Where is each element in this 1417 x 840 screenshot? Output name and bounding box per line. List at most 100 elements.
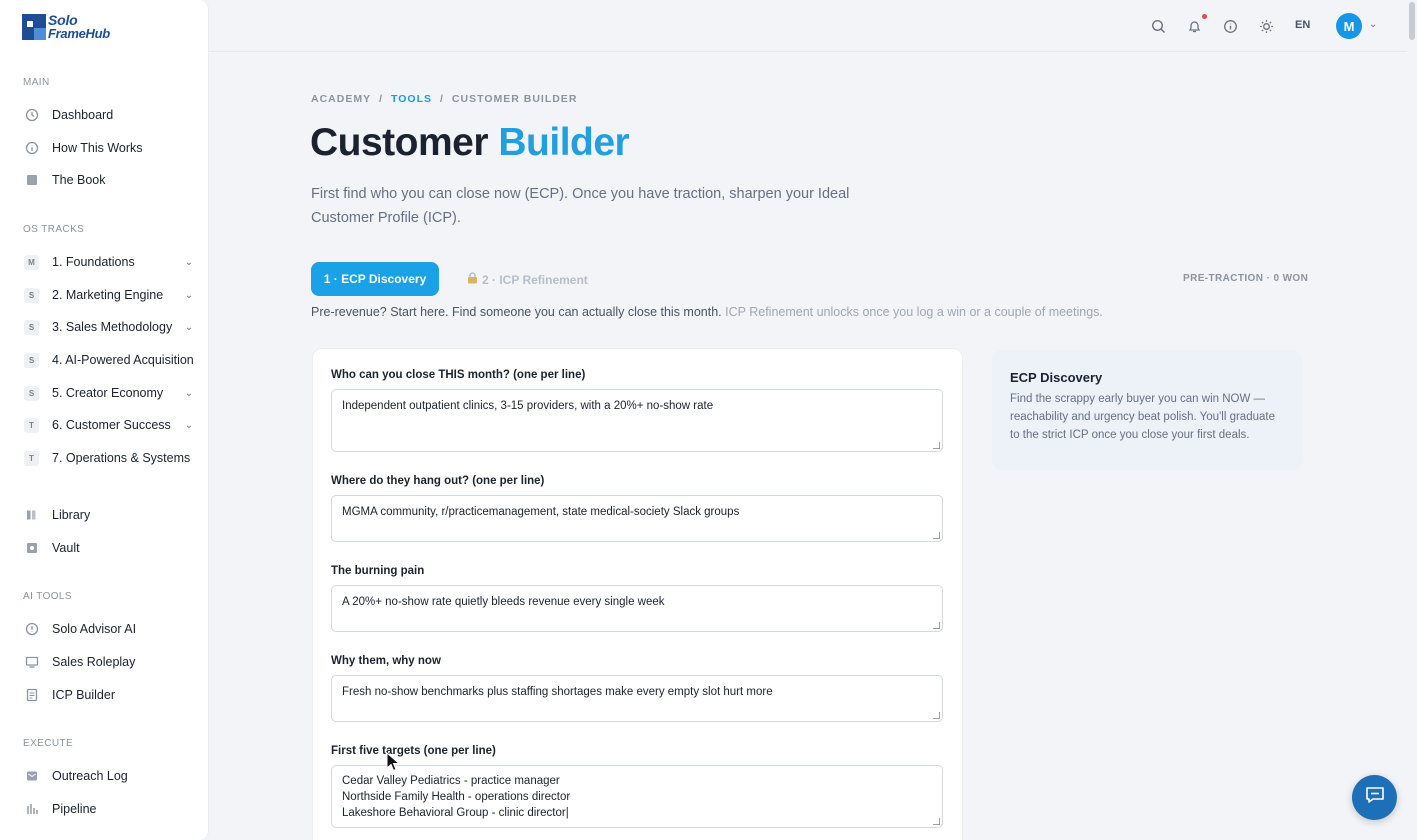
sidebar-item-how-this-works[interactable]: How This Works — [24, 137, 196, 159]
field-label-why-now: Why them, why now — [331, 655, 441, 667]
sidebar-item-label: 3. Sales Methodology — [52, 320, 173, 334]
mouse-cursor — [386, 751, 401, 777]
section-label-main: MAIN — [23, 77, 50, 88]
sidebar-item-label: Dashboard — [52, 108, 114, 122]
chat-icon — [1365, 786, 1385, 809]
document-icon — [24, 687, 40, 703]
hint-main: Pre-revenue? Start here. Find someone yo… — [311, 305, 722, 319]
sidebar-item-sales-methodology[interactable]: S 3. Sales Methodology ⌄ — [24, 316, 196, 338]
lock-icon — [467, 272, 478, 287]
ecp-info-card: ECP Discovery Find the scrappy early buy… — [992, 350, 1302, 470]
sidebar-item-label: ICP Builder — [52, 688, 115, 702]
notifications-icon[interactable] — [1185, 17, 1203, 35]
sidebar-item-label: The Book — [52, 173, 106, 187]
stage-hint: Pre-revenue? Start here. Find someone yo… — [311, 305, 1103, 319]
page-title: Customer Builder — [310, 121, 630, 165]
vault-icon — [24, 540, 40, 556]
section-label-ai-tools: AI TOOLS — [23, 591, 72, 602]
sidebar-item-pipeline[interactable]: Pipeline — [24, 798, 196, 820]
track-badge: T — [24, 417, 39, 433]
why-now-textarea[interactable]: Fresh no-show benchmarks plus staffing s… — [331, 675, 943, 722]
chevron-down-icon[interactable]: ⌄ — [182, 420, 196, 431]
sidebar-item-sales-roleplay[interactable]: Sales Roleplay — [24, 651, 196, 673]
info-icon[interactable] — [1221, 17, 1239, 35]
sidebar-item-label: 5. Creator Economy — [52, 386, 164, 400]
sidebar-item-library[interactable]: Library — [24, 504, 196, 526]
logo-line2: FrameHub — [48, 26, 110, 41]
sidebar-item-customer-success[interactable]: T 6. Customer Success ⌄ — [24, 414, 196, 436]
language-switcher[interactable]: EN — [1295, 19, 1310, 31]
sidebar-item-marketing-engine[interactable]: S 2. Marketing Engine ⌄ — [24, 284, 196, 306]
field-label-first-five-targets: First five targets (one per line) — [331, 745, 496, 757]
sidebar-item-label: Sales Roleplay — [52, 655, 136, 669]
track-badge: M — [24, 254, 39, 270]
sidebar-item-label: Library — [52, 508, 91, 522]
search-icon[interactable] — [1149, 17, 1167, 35]
theme-toggle-icon[interactable] — [1257, 17, 1275, 35]
scrollbar[interactable] — [1407, 0, 1417, 840]
field-label-burning-pain: The burning pain — [331, 565, 425, 577]
sidebar-item-label: 4. AI-Powered Acquisition — [52, 353, 194, 367]
hang-out-textarea[interactable]: MGMA community, r/practicemanagement, st… — [331, 495, 943, 542]
sidebar-item-label: Pipeline — [52, 802, 97, 816]
sidebar-item-foundations[interactable]: M 1. Foundations ⌄ — [24, 251, 196, 273]
mail-icon — [24, 768, 40, 784]
logo[interactable]: Solo FrameHub — [22, 13, 110, 41]
track-badge: T — [24, 450, 39, 466]
sidebar-item-icp-builder[interactable]: ICP Builder — [24, 684, 196, 706]
logo-icon — [22, 14, 46, 40]
pipeline-icon — [24, 801, 40, 817]
sidebar-item-label: Vault — [52, 541, 80, 555]
topbar: EN M ⌄ — [209, 0, 1417, 52]
chevron-down-icon[interactable]: ⌄ — [1369, 19, 1377, 30]
chevron-down-icon[interactable]: ⌄ — [182, 388, 196, 399]
tab-icp-refinement[interactable]: 2 · ICP Refinement — [467, 272, 588, 287]
sidebar-item-operations-systems[interactable]: T 7. Operations & Systems — [24, 447, 196, 469]
burning-pain-textarea[interactable]: A 20%+ no-show rate quietly bleeds reven… — [331, 585, 943, 632]
traction-status: PRE-TRACTION · 0 WON — [1183, 273, 1309, 284]
book-icon — [24, 172, 40, 188]
tab-label: 2 · ICP Refinement — [482, 272, 588, 287]
track-badge: S — [24, 287, 39, 303]
sidebar-item-label: 7. Operations & Systems — [52, 451, 191, 465]
page-subtitle: First find who you can close now (ECP). … — [311, 186, 850, 226]
sidebar-item-label: Solo Advisor AI — [52, 622, 137, 636]
info-card-body: Find the scrappy early buyer you can win… — [1010, 393, 1275, 441]
sidebar-item-label: Outreach Log — [52, 769, 128, 783]
sidebar-item-dashboard[interactable]: Dashboard — [24, 104, 196, 126]
breadcrumb-tools[interactable]: TOOLS — [391, 93, 432, 105]
sidebar-item-label: 2. Marketing Engine — [52, 288, 164, 302]
sidebar: Solo FrameHub MAIN Dashboard How This Wo… — [0, 0, 209, 840]
sidebar-item-vault[interactable]: Vault — [24, 537, 196, 559]
section-label-os-tracks: OS TRACKS — [23, 224, 85, 235]
avatar[interactable]: M — [1336, 13, 1362, 39]
chevron-down-icon[interactable]: ⌄ — [182, 322, 196, 333]
close-this-month-textarea[interactable]: Independent outpatient clinics, 3-15 pro… — [331, 389, 943, 452]
hint-muted: ICP Refinement unlocks once you log a wi… — [725, 305, 1103, 319]
chat-button[interactable] — [1352, 775, 1397, 820]
scrollbar-thumb[interactable] — [1409, 2, 1415, 40]
chevron-down-icon[interactable]: ⌄ — [182, 257, 196, 268]
sidebar-item-solo-advisor-ai[interactable]: Solo Advisor AI — [24, 618, 196, 640]
sidebar-item-ai-powered-acquisition[interactable]: S 4. AI-Powered Acquisition — [24, 349, 196, 371]
track-badge: S — [24, 385, 39, 401]
breadcrumb-separator: / — [440, 93, 444, 105]
advisor-icon — [24, 621, 40, 637]
monitor-icon — [24, 654, 40, 670]
field-label-close-this-month: Who can you close THIS month? (one per l… — [331, 369, 586, 381]
track-badge: S — [24, 352, 39, 368]
library-icon — [24, 507, 40, 523]
sidebar-item-creator-economy[interactable]: S 5. Creator Economy ⌄ — [24, 382, 196, 404]
sidebar-item-the-book[interactable]: The Book — [24, 169, 196, 191]
breadcrumb-current: CUSTOMER BUILDER — [451, 93, 578, 105]
breadcrumb-separator: / — [379, 93, 384, 105]
notification-dot — [1202, 14, 1207, 19]
breadcrumb-academy[interactable]: ACADEMY — [311, 93, 371, 105]
first-five-targets-textarea[interactable]: Cedar Valley Pediatrics - practice manag… — [331, 765, 943, 828]
sidebar-item-outreach-log[interactable]: Outreach Log — [24, 765, 196, 787]
clock-icon — [24, 107, 40, 123]
info-card-title: ECP Discovery — [1010, 370, 1103, 385]
chevron-down-icon[interactable]: ⌄ — [182, 290, 196, 301]
tab-ecp-discovery[interactable]: 1 · ECP Discovery — [311, 262, 439, 296]
sidebar-item-label: 1. Foundations — [52, 255, 135, 269]
